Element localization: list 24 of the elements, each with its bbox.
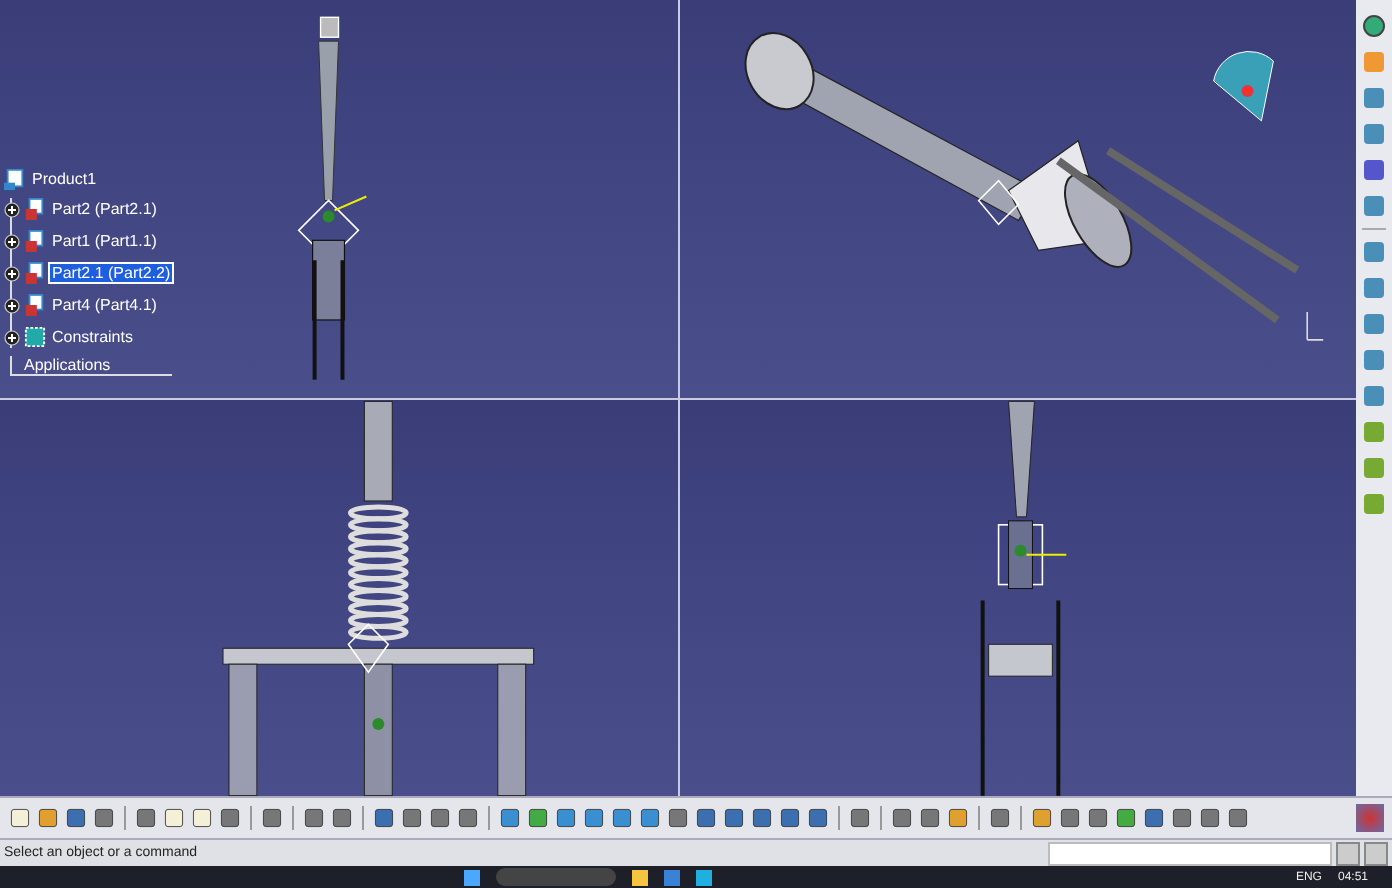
tree-item[interactable]: Constraints [12, 326, 173, 348]
tree-item[interactable]: Part2 (Part2.1) [12, 198, 173, 220]
constraints-icon [24, 326, 46, 348]
tree-item[interactable]: Part2.1 (Part2.2) [12, 262, 173, 284]
command-input-field[interactable] [1048, 841, 1332, 865]
taskbar-search-field[interactable] [496, 868, 616, 886]
logo-icon [1356, 804, 1384, 832]
expand-icon [4, 265, 20, 281]
tree-item-label: Part4 (Part4.1) [50, 296, 159, 314]
cancel-button[interactable] [1336, 841, 1360, 865]
expand-icon [4, 329, 20, 345]
tree-item[interactable]: Part1 (Part1.1) [12, 230, 173, 252]
product-icon [4, 168, 26, 190]
tree-item-label: Part2.1 (Part2.2) [50, 264, 173, 282]
tree-item-label: Part1 (Part1.1) [50, 232, 159, 250]
tree-item[interactable]: Part4 (Part4.1) [12, 294, 173, 316]
expand-icon [4, 233, 20, 249]
expand-icon [4, 201, 20, 217]
ok-button[interactable] [1364, 841, 1388, 865]
expand-icon [4, 297, 20, 313]
tree-item[interactable]: Applications [10, 356, 173, 376]
tree-item-label: Part2 (Part2.1) [50, 200, 159, 218]
tree-item-label: Constraints [50, 328, 135, 346]
tree-item[interactable]: Product1 [4, 168, 173, 190]
